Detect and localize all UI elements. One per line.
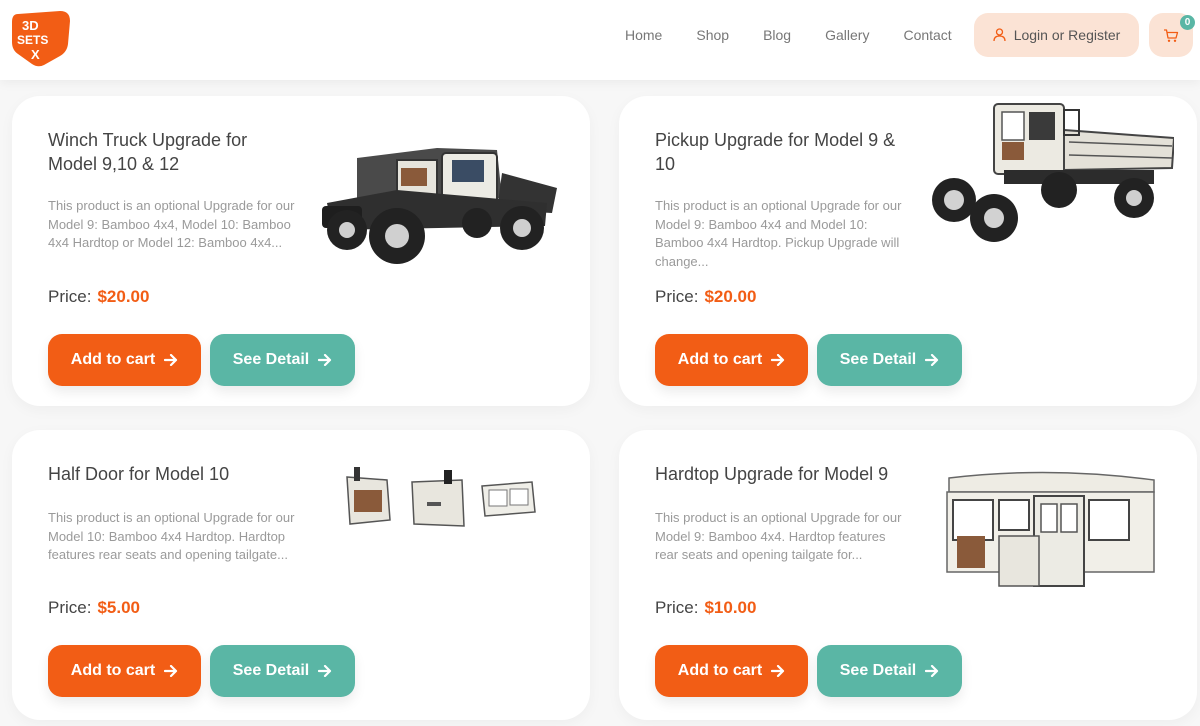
arrow-right-icon bbox=[164, 354, 178, 366]
product-title[interactable]: Half Door for Model 10 bbox=[48, 462, 298, 486]
product-card: Pickup Upgrade for Model 9 & 10 This pro… bbox=[619, 96, 1197, 406]
logo-text-line3: X bbox=[31, 47, 40, 62]
logo[interactable]: 3D SETS X bbox=[8, 8, 74, 68]
product-card: Winch Truck Upgrade for Model 9,10 & 12 … bbox=[12, 96, 590, 406]
see-detail-button[interactable]: See Detail bbox=[817, 334, 962, 386]
arrow-right-icon bbox=[771, 354, 785, 366]
add-to-cart-button[interactable]: Add to cart bbox=[48, 645, 201, 697]
add-to-cart-label: Add to cart bbox=[70, 662, 156, 679]
see-detail-label: See Detail bbox=[232, 351, 310, 368]
product-title[interactable]: Winch Truck Upgrade for Model 9,10 & 12 bbox=[48, 128, 298, 176]
price-value: $20.00 bbox=[97, 287, 150, 306]
site-header: 3D SETS X Home Shop Blog Gallery Contact… bbox=[0, 0, 1200, 80]
price-row: Price: $20.00 bbox=[655, 287, 756, 307]
price-row: Price: $10.00 bbox=[655, 598, 756, 618]
add-to-cart-button[interactable]: Add to cart bbox=[655, 645, 808, 697]
product-description: This product is an optional Upgrade for … bbox=[48, 510, 295, 562]
pickup-truck-image[interactable] bbox=[924, 100, 1174, 250]
hardtop-image[interactable] bbox=[939, 466, 1159, 601]
product-description: This product is an optional Upgrade for … bbox=[655, 198, 902, 269]
see-detail-button[interactable]: See Detail bbox=[817, 645, 962, 697]
add-to-cart-label: Add to cart bbox=[677, 662, 763, 679]
add-to-cart-label: Add to cart bbox=[677, 351, 763, 368]
price-label: Price: bbox=[48, 598, 92, 617]
logo-text-line1: 3D bbox=[22, 18, 39, 33]
arrow-right-icon bbox=[925, 665, 939, 677]
product-card: Hardtop Upgrade for Model 9 This product… bbox=[619, 430, 1197, 720]
winch-truck-image[interactable] bbox=[317, 118, 567, 268]
logo-text-line2: SETS bbox=[17, 33, 48, 47]
price-value: $5.00 bbox=[97, 598, 141, 617]
user-icon bbox=[993, 28, 1006, 42]
add-to-cart-button[interactable]: Add to cart bbox=[655, 334, 808, 386]
arrow-right-icon bbox=[925, 354, 939, 366]
add-to-cart-button[interactable]: Add to cart bbox=[48, 334, 201, 386]
cart-count-badge: 0 bbox=[1180, 15, 1195, 30]
add-to-cart-label: Add to cart bbox=[70, 351, 156, 368]
login-register-button[interactable]: Login or Register bbox=[974, 13, 1139, 57]
arrow-right-icon bbox=[164, 665, 178, 677]
see-detail-label: See Detail bbox=[839, 662, 917, 679]
half-door-image[interactable] bbox=[342, 462, 552, 532]
price-label: Price: bbox=[48, 287, 92, 306]
product-description: This product is an optional Upgrade for … bbox=[48, 198, 295, 250]
product-title[interactable]: Pickup Upgrade for Model 9 & 10 bbox=[655, 128, 905, 176]
see-detail-label: See Detail bbox=[232, 662, 310, 679]
see-detail-label: See Detail bbox=[839, 351, 917, 368]
price-row: Price: $5.00 bbox=[48, 598, 140, 618]
nav-blog[interactable]: Blog bbox=[763, 26, 791, 44]
price-value: $20.00 bbox=[704, 287, 757, 306]
product-title[interactable]: Hardtop Upgrade for Model 9 bbox=[655, 462, 905, 486]
arrow-right-icon bbox=[318, 665, 332, 677]
price-label: Price: bbox=[655, 287, 699, 306]
nav-gallery[interactable]: Gallery bbox=[825, 26, 869, 44]
nav-home[interactable]: Home bbox=[625, 26, 662, 44]
cart-icon bbox=[1164, 28, 1179, 42]
see-detail-button[interactable]: See Detail bbox=[210, 334, 355, 386]
price-value: $10.00 bbox=[704, 598, 757, 617]
price-row: Price: $20.00 bbox=[48, 287, 149, 307]
price-label: Price: bbox=[655, 598, 699, 617]
see-detail-button[interactable]: See Detail bbox=[210, 645, 355, 697]
login-register-label: Login or Register bbox=[1013, 27, 1121, 43]
product-description: This product is an optional Upgrade for … bbox=[655, 510, 902, 562]
arrow-right-icon bbox=[318, 354, 332, 366]
main-nav: Home Shop Blog Gallery Contact bbox=[625, 26, 986, 44]
nav-shop[interactable]: Shop bbox=[696, 26, 729, 44]
product-card: Half Door for Model 10 This product is a… bbox=[12, 430, 590, 720]
nav-contact[interactable]: Contact bbox=[903, 26, 951, 44]
cart-button[interactable]: 0 bbox=[1149, 13, 1195, 57]
arrow-right-icon bbox=[771, 665, 785, 677]
